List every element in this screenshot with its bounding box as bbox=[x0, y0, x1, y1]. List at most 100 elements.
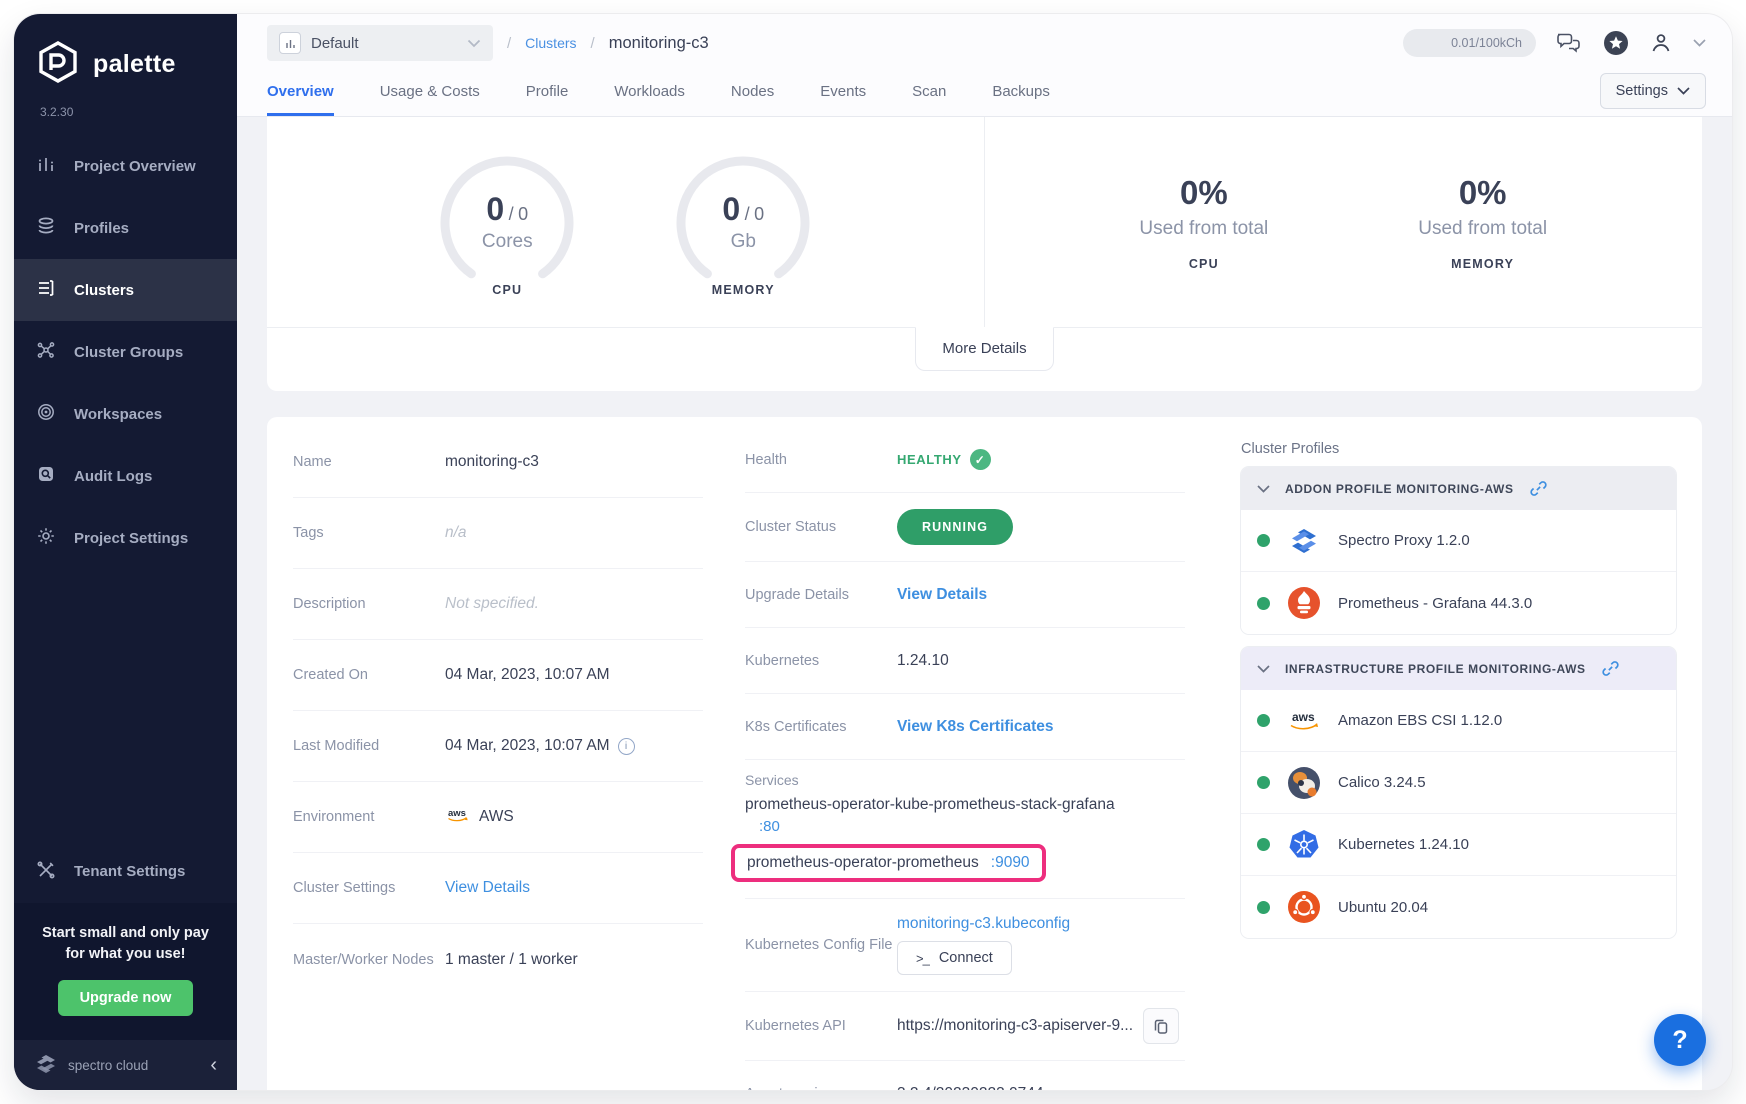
sidebar-item-cluster-groups[interactable]: Cluster Groups bbox=[14, 321, 237, 383]
status-row-upgrade-details: Upgrade Details View Details bbox=[745, 562, 1185, 628]
details-column: Name monitoring-c3 Tags n/a Description … bbox=[293, 427, 703, 1090]
breadcrumb-separator: / bbox=[507, 35, 511, 52]
copy-api-url-button[interactable] bbox=[1143, 1008, 1179, 1044]
gear-icon bbox=[36, 526, 56, 550]
detail-label: Environment bbox=[293, 809, 445, 825]
detail-label: Tags bbox=[293, 525, 445, 541]
main-area: Default / Clusters / monitoring-c3 0.01/… bbox=[237, 14, 1732, 1090]
project-selector[interactable]: Default bbox=[267, 25, 493, 61]
view-k8s-certificates-link[interactable]: View K8s Certificates bbox=[897, 718, 1054, 736]
whats-new-star-icon[interactable] bbox=[1603, 30, 1629, 56]
detail-row-last-modified: Last Modified 04 Mar, 2023, 10:07 AM i bbox=[293, 711, 703, 782]
status-label: Upgrade Details bbox=[745, 587, 897, 603]
memory-gauge: 0 / 0 Gb MEMORY bbox=[667, 147, 819, 297]
tab-profile[interactable]: Profile bbox=[526, 83, 569, 116]
cluster-settings-view-details-link[interactable]: View Details bbox=[445, 879, 530, 897]
feedback-chat-icon[interactable] bbox=[1556, 31, 1583, 55]
profile-pack-row[interactable]: Prometheus - Grafana 44.3.0 bbox=[1241, 572, 1676, 634]
last-modified-value: 04 Mar, 2023, 10:07 AM bbox=[445, 737, 610, 755]
gauge-separator: / bbox=[509, 204, 514, 224]
kubernetes-version-value: 1.24.10 bbox=[897, 652, 949, 670]
sidebar-item-workspaces[interactable]: Workspaces bbox=[14, 383, 237, 445]
upgrade-view-details-link[interactable]: View Details bbox=[897, 586, 987, 604]
breadcrumb-current-cluster: monitoring-c3 bbox=[609, 34, 709, 53]
profile-pack-row[interactable]: Calico 3.24.5 bbox=[1241, 752, 1676, 814]
addon-profile-header[interactable]: ADDON PROFILE MONITORING-AWS bbox=[1241, 467, 1676, 510]
top-bar: Default / Clusters / monitoring-c3 0.01/… bbox=[237, 14, 1732, 67]
sidebar-item-label: Workspaces bbox=[74, 406, 162, 423]
settings-button[interactable]: Settings bbox=[1600, 73, 1706, 109]
user-menu-chevron-icon[interactable] bbox=[1693, 39, 1706, 47]
profile-pack-row[interactable]: Spectro Proxy 1.2.0 bbox=[1241, 510, 1676, 572]
more-details-button[interactable]: More Details bbox=[915, 327, 1053, 371]
created-on-value: 04 Mar, 2023, 10:07 AM bbox=[445, 666, 610, 684]
sidebar-item-profiles[interactable]: Profiles bbox=[14, 197, 237, 259]
detail-label: Last Modified bbox=[293, 738, 445, 754]
app-version: 3.2.30 bbox=[14, 93, 237, 135]
project-selector-value: Default bbox=[311, 35, 359, 52]
brand-logo-row: palette bbox=[14, 14, 237, 93]
profile-pack-row[interactable]: Ubuntu 20.04 bbox=[1241, 876, 1676, 938]
grafana-service-name: prometheus-operator-kube-prometheus-stac… bbox=[745, 796, 1185, 814]
master-worker-value: 1 master / 1 worker bbox=[445, 951, 578, 969]
sidebar-item-project-overview[interactable]: Project Overview bbox=[14, 135, 237, 197]
svg-text:aws: aws bbox=[1292, 710, 1315, 724]
user-account-icon[interactable] bbox=[1649, 31, 1673, 55]
aws-logo-icon: aws bbox=[445, 806, 471, 829]
tab-usage-costs[interactable]: Usage & Costs bbox=[380, 83, 480, 116]
services-section: Services prometheus-operator-kube-promet… bbox=[745, 760, 1185, 899]
chevron-down-icon bbox=[1257, 665, 1270, 673]
detail-row-name: Name monitoring-c3 bbox=[293, 427, 703, 498]
help-button[interactable]: ? bbox=[1654, 1014, 1706, 1066]
tab-scan[interactable]: Scan bbox=[912, 83, 946, 116]
memory-used-value: 0 bbox=[722, 191, 740, 227]
status-row-agent-version: Agent version 3.2.4/20230223.0744 bbox=[745, 1061, 1185, 1090]
cpu-percent-caption: Used from total bbox=[1139, 218, 1268, 240]
svg-text:aws: aws bbox=[448, 808, 466, 819]
infrastructure-profile-header[interactable]: INFRASTRUCTURE PROFILE MONITORING-AWS bbox=[1241, 647, 1676, 690]
pack-name: Calico 3.24.5 bbox=[1338, 774, 1426, 791]
spectro-cloud-logo-icon bbox=[34, 1052, 58, 1079]
info-icon[interactable]: i bbox=[618, 738, 635, 755]
environment-value: AWS bbox=[479, 808, 514, 826]
content-area: 0 / 0 Cores CPU bbox=[237, 117, 1732, 1090]
health-value: HEALTHY bbox=[897, 452, 962, 467]
upgrade-now-button[interactable]: Upgrade now bbox=[58, 980, 194, 1016]
pack-name: Amazon EBS CSI 1.12.0 bbox=[1338, 712, 1502, 729]
kubernetes-icon bbox=[1286, 827, 1322, 863]
tab-nodes[interactable]: Nodes bbox=[731, 83, 774, 116]
detail-row-description: Description Not specified. bbox=[293, 569, 703, 640]
pack-name: Kubernetes 1.24.10 bbox=[1338, 836, 1469, 853]
tab-overview[interactable]: Overview bbox=[267, 83, 334, 116]
connect-button[interactable]: >_ Connect bbox=[897, 941, 1012, 975]
sidebar-item-tenant-settings[interactable]: Tenant Settings bbox=[14, 841, 237, 903]
pack-status-dot bbox=[1257, 901, 1270, 914]
detail-row-nodes: Master/Worker Nodes 1 master / 1 worker bbox=[293, 924, 703, 995]
gauges-panel: 0 / 0 Cores CPU bbox=[267, 117, 985, 327]
sidebar-item-project-settings[interactable]: Project Settings bbox=[14, 507, 237, 569]
profile-pack-row[interactable]: Kubernetes 1.24.10 bbox=[1241, 814, 1676, 876]
profile-pack-row[interactable]: aws Amazon EBS CSI 1.12.0 bbox=[1241, 690, 1676, 752]
usage-stats-panel: 0% Used from total CPU 0% Used from tota… bbox=[985, 117, 1703, 327]
pack-name: Ubuntu 20.04 bbox=[1338, 899, 1428, 916]
grafana-service-port-link[interactable]: :80 bbox=[759, 818, 780, 835]
tab-backups[interactable]: Backups bbox=[992, 83, 1050, 116]
calico-icon bbox=[1286, 765, 1322, 801]
running-status-badge[interactable]: RUNNING bbox=[897, 509, 1013, 545]
sidebar-item-audit-logs[interactable]: Audit Logs bbox=[14, 445, 237, 507]
spectro-proxy-icon bbox=[1286, 523, 1322, 559]
agent-version-value: 3.2.4/20230223.0744 bbox=[897, 1085, 1044, 1091]
healthy-check-icon: ✓ bbox=[970, 449, 991, 470]
tab-workloads[interactable]: Workloads bbox=[614, 83, 685, 116]
cluster-profiles-column: Cluster Profiles ADDON PROFILE MONITORIN… bbox=[1241, 427, 1676, 1090]
status-row-health: Health HEALTHY ✓ bbox=[745, 427, 1185, 493]
collapse-sidebar-chevron[interactable]: ‹ bbox=[210, 1055, 217, 1075]
tab-events[interactable]: Events bbox=[820, 83, 866, 116]
sidebar-item-clusters[interactable]: Clusters bbox=[14, 259, 237, 321]
kubeconfig-download-link[interactable]: monitoring-c3.kubeconfig bbox=[897, 915, 1070, 933]
status-column: Health HEALTHY ✓ Cluster Status RUNNING … bbox=[745, 427, 1185, 1090]
prometheus-service-port-link[interactable]: :9090 bbox=[991, 854, 1030, 872]
kubernetes-api-url: https://monitoring-c3-apiserver-9... bbox=[897, 1017, 1133, 1035]
breadcrumb-clusters-link[interactable]: Clusters bbox=[525, 35, 576, 51]
cluster-tabs: Overview Usage & Costs Profile Workloads… bbox=[237, 67, 1732, 117]
